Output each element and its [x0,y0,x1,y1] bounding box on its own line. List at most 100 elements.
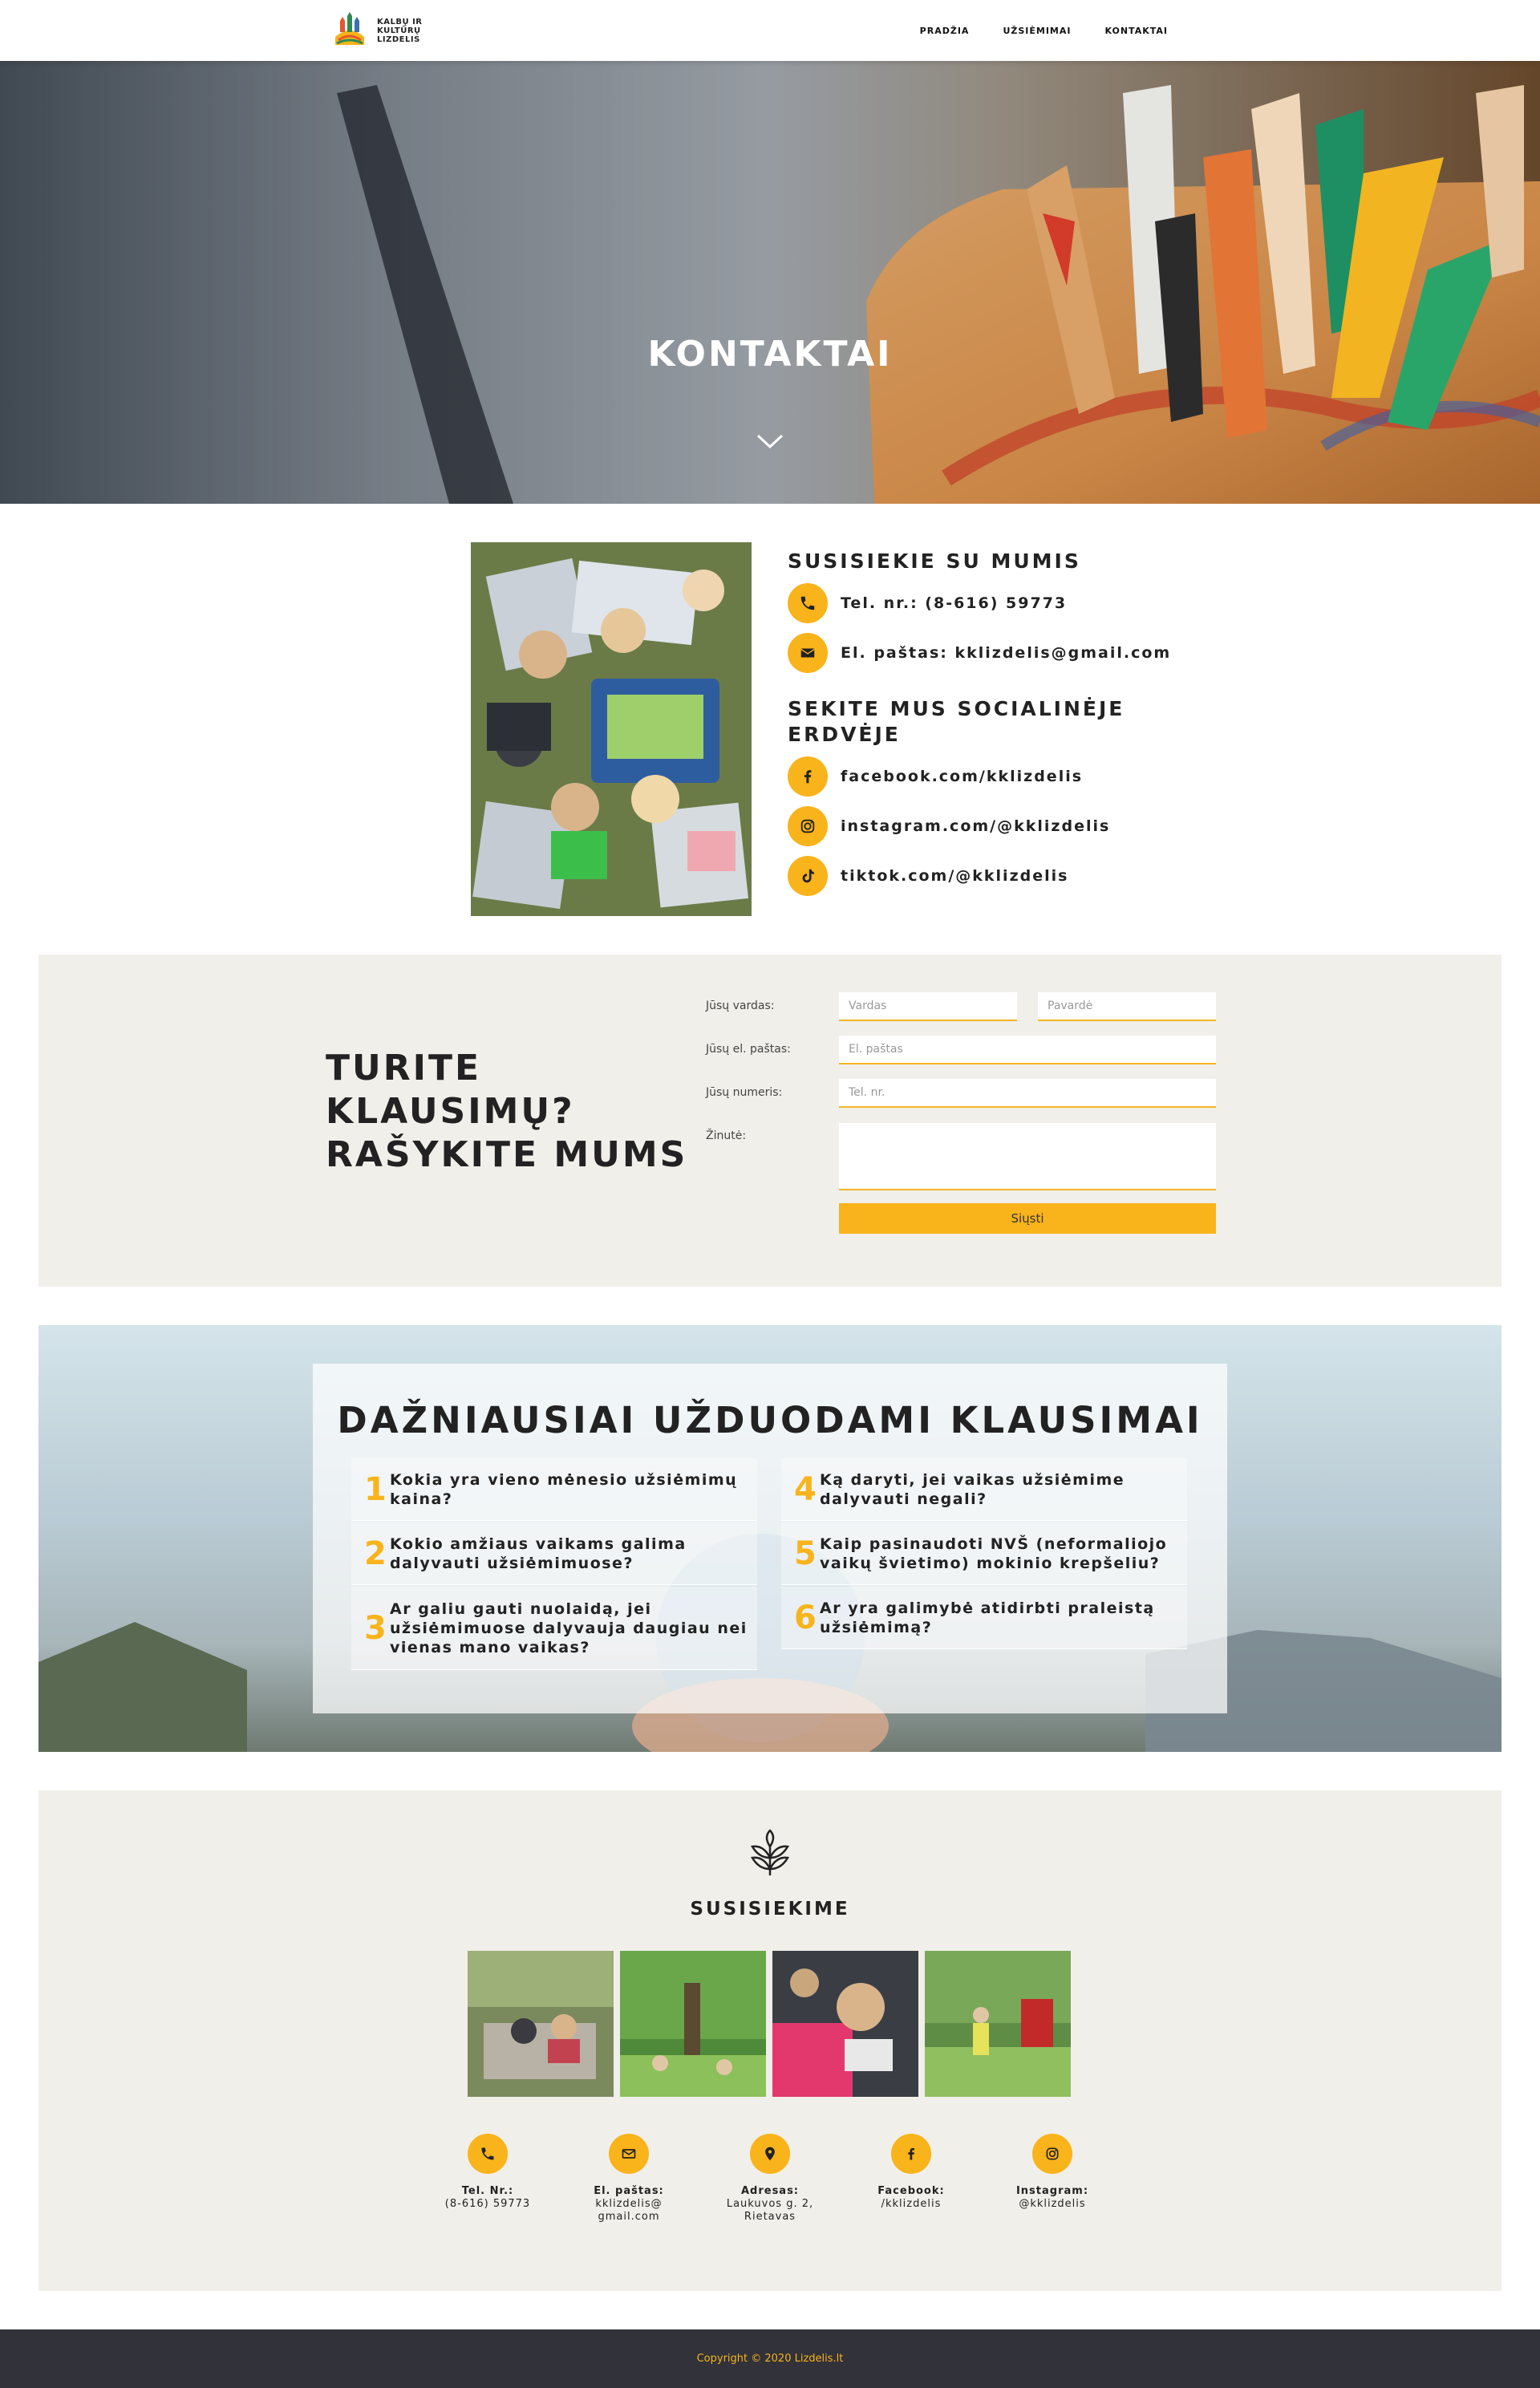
social-heading: SEKITE MUS SOCIALINĖJE ERDVĖJE [788,697,1125,746]
facebook-icon [891,2134,931,2174]
envelope-icon [788,633,828,673]
form-title: TURITE KLAUSIMŲ? RAŠYKITE MUMS [326,1047,687,1177]
faq-item-2[interactable]: 2 Kokio amžiaus vaikams galima dalyvauti… [351,1522,757,1585]
susisiekime-phone[interactable]: Tel. Nr.: (8-616) 59773 [424,2134,552,2211]
phone-icon [468,2134,508,2174]
hero-title: KONTAKTAI [647,334,893,375]
faq-question: Ar yra galimybė atidirbti praleistą užsi… [820,1599,1155,1636]
instagram-icon [1032,2134,1072,2174]
susisiekime-value: Rietavas [744,2211,796,2223]
form-title-line-2: KLAUSIMŲ? [326,1091,575,1132]
first-name-input[interactable]: Vardas [839,992,1017,1021]
contact-email[interactable]: El. paštas: kklizdelis@gmail.com [841,644,1171,662]
hero-banner: KONTAKTAI [0,61,1540,504]
faq-section: DAŽNIAUSIAI UŽDUODAMI KLAUSIMAI 1 Kokia … [38,1325,1502,1752]
susisiekime-label: Tel. Nr.: [461,2185,514,2197]
phone-input[interactable]: Tel. nr. [839,1079,1216,1108]
faq-number: 2 [364,1535,387,1572]
nav-item-kontaktai[interactable]: KONTAKTAI [1104,26,1168,36]
faq-number: 3 [364,1609,387,1647]
last-name-input[interactable]: Pavardė [1038,992,1216,1021]
susisiekime-value: gmail.com [598,2211,660,2223]
message-label: Žinutė: [706,1129,747,1142]
contact-facebook-row[interactable]: facebook.com/kklizdelis [788,756,1173,797]
chevron-down-icon[interactable] [756,432,784,451]
logo-line-2: KULTŪRŲ [377,26,421,35]
main-nav: PRADŽIA UŽSIĖMIMAI KONTAKTAI [920,0,1168,61]
form-title-line-3: RAŠYKITE MUMS [326,1134,688,1175]
site-logo[interactable]: KALBŲ IR KULTŪRŲ LIZDELIS [329,8,433,53]
instagram-icon [788,806,828,846]
site-footer: Copyright © 2020 Lizdelis.lt [0,2329,1540,2388]
contact-facebook[interactable]: facebook.com/kklizdelis [841,768,1083,785]
email-input[interactable]: El. paštas [839,1036,1216,1064]
contact-phone[interactable]: Tel. nr.: (8-616) 59773 [841,594,1067,612]
phone-icon [788,583,828,623]
faq-number: 1 [364,1470,387,1508]
susisiekime-address[interactable]: Adresas: Laukuvos g. 2, Rietavas [706,2134,834,2224]
logo-line-1: KALBŲ IR [377,17,423,26]
gallery-image-1[interactable] [468,1951,614,2097]
faq-question: Kokio amžiaus vaikams galima dalyvauti u… [390,1535,687,1572]
faq-item-3[interactable]: 3 Ar galiu gauti nuolaidą, jei užsiėmimu… [351,1587,757,1670]
phone-label: Jūsų numeris: [706,1086,783,1099]
susisiekime-section: SUSISIEKIME Tel. Nr.: (8-616) 59773 El. … [38,1790,1502,2291]
susisiekime-title: SUSISIEKIME [690,1899,850,1920]
contact-instagram-row[interactable]: instagram.com/@kklizdelis [788,805,1173,847]
contact-tiktok[interactable]: tiktok.com/@kklizdelis [841,867,1068,885]
susisiekime-label: Adresas: [740,2185,800,2197]
faq-question: Ar galiu gauti nuolaidą, jei užsiėmimuos… [390,1599,748,1656]
form-title-line-1: TURITE [326,1048,482,1089]
submit-button[interactable]: Siųsti [839,1203,1216,1234]
faq-item-6[interactable]: 6 Ar yra galimybė atidirbti praleistą už… [781,1587,1187,1649]
contact-instagram[interactable]: instagram.com/@kklizdelis [841,817,1110,835]
message-textarea[interactable] [839,1123,1216,1190]
susisiekime-label: Facebook: [877,2185,945,2197]
susisiekime-label: El. paštas: [594,2185,664,2197]
map-pin-icon [750,2134,790,2174]
susisiekime-value: kklizdelis@ [595,2198,663,2210]
faq-item-1[interactable]: 1 Kokia yra vieno mėnesio užsiėmimų kain… [351,1458,757,1521]
contact-form-section: TURITE KLAUSIMŲ? RAŠYKITE MUMS Jūsų vard… [38,955,1502,1287]
leaf-icon [749,1829,791,1879]
contact-email-row[interactable]: El. paštas: kklizdelis@gmail.com [788,632,1173,674]
faq-box: DAŽNIAUSIAI UŽDUODAMI KLAUSIMAI 1 Kokia … [313,1364,1227,1713]
email-label: Jūsų el. paštas: [706,1043,791,1056]
envelope-icon [609,2134,649,2174]
gallery-image-4[interactable] [925,1951,1071,2097]
contact-tiktok-row[interactable]: tiktok.com/@kklizdelis [788,855,1173,897]
contact-photo [471,542,752,916]
susisiekime-email[interactable]: El. paštas: kklizdelis@ gmail.com [565,2134,693,2224]
nav-item-uzsiemimai[interactable]: UŽSIĖMIMAI [1003,26,1071,36]
facebook-icon [788,756,828,797]
logo-icon [329,10,371,51]
faq-question: Ką daryti, jei vaikas užsiėmime dalyvaut… [820,1470,1125,1508]
faq-title: DAŽNIAUSIAI UŽDUODAMI KLAUSIMAI [337,1399,1203,1441]
faq-number: 5 [794,1535,817,1572]
logo-text: KALBŲ IR KULTŪRŲ LIZDELIS [377,18,423,44]
faq-question: Kokia yra vieno mėnesio užsiėmimų kaina? [390,1470,738,1508]
faq-item-4[interactable]: 4 Ką daryti, jei vaikas užsiėmime dalyva… [781,1458,1187,1521]
faq-number: 4 [794,1470,817,1508]
susisiekime-facebook[interactable]: Facebook: /kklizdelis [847,2134,975,2211]
site-header: KALBŲ IR KULTŪRŲ LIZDELIS PRADŽIA UŽSIĖM… [0,0,1540,61]
gallery-image-2[interactable] [620,1951,766,2097]
susisiekime-instagram[interactable]: Instagram: @kklizdelis [988,2134,1116,2211]
faq-number: 6 [794,1599,817,1636]
susisiekime-value: Laukuvos g. 2, [726,2198,814,2210]
faq-question: Kaip pasinaudoti NVŠ (neformaliojo vaikų… [820,1535,1168,1572]
contact-info: SUSISIEKIE SU MUMIS Tel. nr.: (8-616) 59… [788,549,1173,897]
tiktok-icon [788,856,828,896]
contact-phone-row[interactable]: Tel. nr.: (8-616) 59773 [788,582,1173,624]
gallery-image-3[interactable] [772,1951,918,2097]
susisiekime-value: @kklizdelis [1019,2198,1086,2210]
copyright-text: Copyright © 2020 Lizdelis.lt [696,2353,844,2365]
contact-heading: SUSISIEKIE SU MUMIS [788,549,1081,573]
name-label: Jūsų vardas: [706,999,775,1012]
susisiekime-value: /kklizdelis [881,2198,942,2210]
faq-item-5[interactable]: 5 Kaip pasinaudoti NVŠ (neformaliojo vai… [781,1522,1187,1585]
susisiekime-value: (8-616) 59773 [444,2198,531,2210]
logo-line-3: LIZDELIS [377,34,420,44]
susisiekime-label: Instagram: [1015,2185,1089,2197]
nav-item-pradzia[interactable]: PRADŽIA [920,26,970,36]
